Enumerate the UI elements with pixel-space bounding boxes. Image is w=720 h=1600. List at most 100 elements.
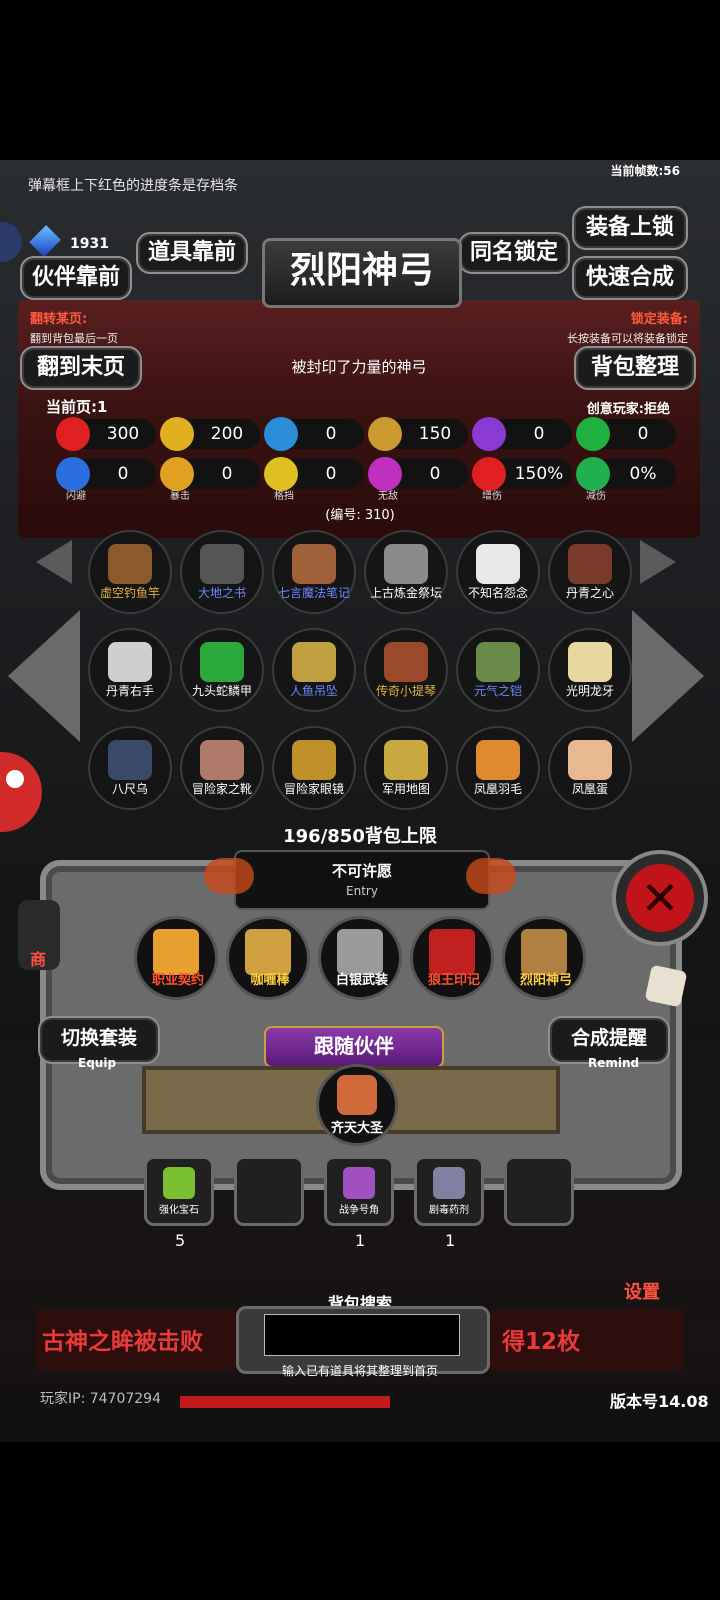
inventory-grid: 虚空钓鱼竿 大地之书 七言魔法笔记 上古炼金祭坛 不知名怨念 丹青之心丹青右手 九头蛇鳞甲 人… xyxy=(88,530,638,830)
equipped-slot[interactable]: 白银武装 xyxy=(318,916,402,1000)
inventory-item[interactable]: 上古炼金祭坛 xyxy=(364,530,448,614)
partner-name: 齐天大圣 xyxy=(330,1121,383,1136)
inventory-item[interactable]: 冒险家之靴 xyxy=(180,726,264,810)
item-icon xyxy=(108,642,152,682)
dice-icon[interactable] xyxy=(644,964,688,1008)
item-icon xyxy=(200,544,244,584)
stat-label: 增伤 xyxy=(482,491,502,502)
inventory-item[interactable]: 八尺乌 xyxy=(88,726,172,810)
equipped-slot[interactable]: 烈阳神弓 xyxy=(502,916,586,1000)
bag-item-name: 战争号角 xyxy=(339,1205,379,1216)
stat-value: 150% xyxy=(514,464,564,484)
stat-label: 暴击 xyxy=(170,491,190,502)
bag-slot[interactable]: 剧毒药剂 1 xyxy=(414,1156,484,1250)
inventory-item[interactable]: 人鱼吊坠 xyxy=(272,628,356,712)
helmet-icon xyxy=(264,417,298,451)
close-icon: ✕ xyxy=(626,864,694,932)
combine-remind-label: 合成提醒 xyxy=(570,1027,647,1049)
inventory-item[interactable]: 凤凰蛋 xyxy=(548,726,632,810)
inventory-item[interactable]: 丹青之心 xyxy=(548,530,632,614)
to-last-page-button[interactable]: 翻到末页 xyxy=(20,346,142,390)
shop-button[interactable]: 商 xyxy=(18,900,60,970)
item-name: 大地之书 xyxy=(197,586,246,600)
quick-combine-button[interactable]: 快速合成 xyxy=(572,256,688,300)
item-name: 军用地图 xyxy=(381,782,430,796)
next-page-arrow[interactable] xyxy=(632,610,704,742)
bag-slot[interactable] xyxy=(234,1156,304,1226)
equipped-slot[interactable]: 职业契约 xyxy=(134,916,218,1000)
bag-slot[interactable]: 强化宝石 5 xyxy=(144,1156,214,1250)
item-name: 元气之铠 xyxy=(473,684,522,698)
stat-label: 闪避 xyxy=(66,491,86,502)
prev-page-small-arrow[interactable] xyxy=(36,540,72,584)
bag-item-name: 强化宝石 xyxy=(159,1205,199,1216)
stat-damage-reduce: 0% 减伤 xyxy=(576,457,676,502)
stat-label: 减伤 xyxy=(586,491,606,502)
critical-icon xyxy=(160,457,194,491)
stats-row-secondary: 0 闪避 0 暴击 0 格挡 0 无敌 150% 增伤 0% 减伤 xyxy=(56,457,676,502)
items-front-button[interactable]: 道具靠前 xyxy=(136,232,248,274)
stat-label: 无敌 xyxy=(378,491,398,502)
stat-value: 0 xyxy=(221,464,233,484)
item-icon xyxy=(568,642,612,682)
stat-heart: 300 xyxy=(56,417,156,451)
entry-wing-left xyxy=(204,858,254,894)
bag-item-icon xyxy=(163,1167,195,1199)
item-name: 人鱼吊坠 xyxy=(289,684,338,698)
entry-name: 不可许愿 xyxy=(331,862,392,880)
stat-value: 0 xyxy=(429,464,441,484)
close-button[interactable]: ✕ xyxy=(612,850,708,946)
item-name: 不知名怨念 xyxy=(467,586,528,600)
item-name: 虚空钓鱼竿 xyxy=(99,586,160,600)
inventory-item[interactable]: 传奇小提琴 xyxy=(364,628,448,712)
inventory-item[interactable]: 冒险家眼镜 xyxy=(272,726,356,810)
creative-player: 创意玩家:拒绝 xyxy=(586,402,670,417)
bag-slot[interactable]: 战争号角 1 xyxy=(324,1156,394,1250)
fps-counter: 当前帧数:56 xyxy=(610,164,681,178)
same-name-lock-button[interactable]: 同名锁定 xyxy=(458,232,570,274)
inventory-item[interactable]: 元气之铠 xyxy=(456,628,540,712)
inventory-item[interactable]: 凤凰羽毛 xyxy=(456,726,540,810)
bag-slot[interactable] xyxy=(504,1156,574,1226)
item-name: 冒险家眼镜 xyxy=(283,782,344,796)
lock-desc: 长按装备可以将装备锁定 xyxy=(567,332,688,345)
stat-value: 200 xyxy=(210,424,244,444)
bag-search-input[interactable] xyxy=(264,1314,460,1356)
item-icon xyxy=(200,740,244,780)
bag-item-icon xyxy=(433,1167,465,1199)
sort-bag-button[interactable]: 背包整理 xyxy=(574,346,696,390)
equipped-slot[interactable]: 咖喱棒 xyxy=(226,916,310,1000)
item-icon xyxy=(108,740,152,780)
stat-critical: 0 暴击 xyxy=(160,457,260,502)
item-name: 丹青之心 xyxy=(565,586,614,600)
inventory-item[interactable]: 不知名怨念 xyxy=(456,530,540,614)
item-name: 九头蛇鳞甲 xyxy=(191,684,252,698)
entry-plate: 不可许愿 Entry xyxy=(234,850,490,910)
bag-item-count: 5 xyxy=(175,1231,186,1250)
ticker-right: 得12枚 xyxy=(502,1329,581,1355)
inventory-item[interactable]: 大地之书 xyxy=(180,530,264,614)
stat-value: 0 xyxy=(117,464,129,484)
inventory-item[interactable]: 七言魔法笔记 xyxy=(272,530,356,614)
stat-value: 0 xyxy=(325,464,337,484)
equipped-slot[interactable]: 狼王印记 xyxy=(410,916,494,1000)
item-number: (编号: 310) xyxy=(325,508,395,523)
bag-item-name: 剧毒药剂 xyxy=(429,1205,469,1216)
bag-item-count: 1 xyxy=(355,1231,366,1250)
lock-equip-button[interactable]: 装备上锁 xyxy=(572,206,688,250)
next-page-small-arrow[interactable] xyxy=(640,540,676,584)
inventory-item[interactable]: 九头蛇鳞甲 xyxy=(180,628,264,712)
partner-slot[interactable]: 齐天大圣 xyxy=(316,1064,398,1146)
item-icon xyxy=(476,544,520,584)
inventory-item[interactable]: 军用地图 xyxy=(364,726,448,810)
save-hint-text: 弹幕框上下红色的进度条是存档条 xyxy=(28,178,238,194)
inventory-item[interactable]: 丹青右手 xyxy=(88,628,172,712)
inventory-item[interactable]: 光明龙牙 xyxy=(548,628,632,712)
item-icon xyxy=(384,642,428,682)
user-icon xyxy=(6,770,24,788)
bag-search-hint: 输入已有道具将其整理到首页 xyxy=(281,1364,438,1378)
inventory-item[interactable]: 虚空钓鱼竿 xyxy=(88,530,172,614)
prev-page-arrow[interactable] xyxy=(8,610,80,742)
partner-front-button[interactable]: 伙伴靠前 xyxy=(20,256,132,300)
stat-value: 0 xyxy=(325,424,337,444)
